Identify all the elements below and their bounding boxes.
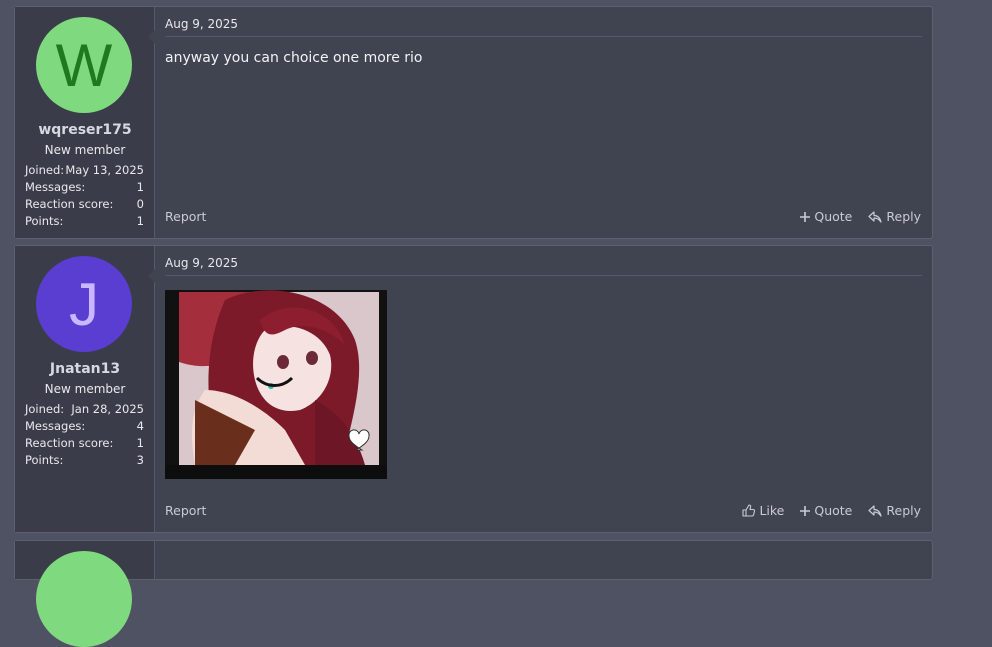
report-button[interactable]: Report xyxy=(165,209,206,224)
panel-arrow xyxy=(148,269,155,283)
plus-icon xyxy=(800,505,811,516)
post-body: Aug 9, 2025 Report Like Quote Reply xyxy=(155,246,932,532)
avatar-letter: J xyxy=(69,270,99,338)
messages-value: 1 xyxy=(136,180,144,194)
quote-button[interactable]: Quote xyxy=(800,209,852,224)
reaction-label: Reaction score: xyxy=(25,436,114,450)
panel-arrow xyxy=(148,30,155,44)
points-value: 3 xyxy=(136,453,144,467)
post-1: W wqreser175 New member Joined: May 13, 2… xyxy=(14,6,933,239)
quote-button[interactable]: Quote xyxy=(800,503,852,518)
user-stats: Joined: Jan 28, 2025 Messages: 4 Reaction … xyxy=(25,401,144,469)
user-title: New member xyxy=(44,382,126,396)
reaction-label: Reaction score: xyxy=(25,197,114,211)
username[interactable]: wqreser175 xyxy=(15,122,155,138)
reply-button[interactable]: Reply xyxy=(868,209,921,224)
reply-icon xyxy=(868,504,882,517)
post-date[interactable]: Aug 9, 2025 xyxy=(165,17,238,31)
joined-label: Joined: xyxy=(25,402,65,416)
messages-label: Messages: xyxy=(25,180,86,194)
post-date[interactable]: Aug 9, 2025 xyxy=(165,256,238,270)
points-label: Points: xyxy=(25,214,64,228)
user-panel: J Jnatan13 New member Joined: Jan 28, 202… xyxy=(15,246,155,532)
reply-label: Reply xyxy=(886,503,921,518)
anime-girl-image-icon xyxy=(165,290,387,479)
messages-label: Messages: xyxy=(25,419,86,433)
quote-label: Quote xyxy=(814,503,853,518)
user-title: New member xyxy=(44,143,126,157)
user-stats: Joined: May 13, 2025 Messages: 1 Reaction … xyxy=(25,162,144,230)
reply-button[interactable]: Reply xyxy=(868,503,921,518)
quote-label: Quote xyxy=(814,209,853,224)
post-actions: Quote Reply xyxy=(800,209,921,224)
avatar[interactable]: W xyxy=(36,17,132,113)
post-3 xyxy=(14,540,933,647)
attachment-image[interactable] xyxy=(165,290,387,479)
joined-label: Joined: xyxy=(25,163,65,177)
reaction-value: 1 xyxy=(136,436,144,450)
divider xyxy=(165,275,922,276)
points-label: Points: xyxy=(25,453,64,467)
like-label: Like xyxy=(759,503,785,518)
thumbs-up-icon xyxy=(742,504,756,517)
username[interactable]: Jnatan13 xyxy=(15,361,155,377)
plus-icon xyxy=(800,211,811,222)
like-button[interactable]: Like xyxy=(742,503,784,518)
joined-value: May 13, 2025 xyxy=(65,163,144,177)
reply-label: Reply xyxy=(886,209,921,224)
avatar[interactable] xyxy=(36,551,132,647)
avatar-letter: W xyxy=(55,31,113,99)
avatar[interactable]: J xyxy=(36,256,132,352)
points-value: 1 xyxy=(136,214,144,228)
user-panel: W wqreser175 New member Joined: May 13, 2… xyxy=(15,7,155,238)
report-button[interactable]: Report xyxy=(165,503,206,518)
reply-icon xyxy=(868,210,882,223)
user-panel xyxy=(15,541,155,647)
post-actions: Like Quote Reply xyxy=(742,503,921,518)
joined-value: Jan 28, 2025 xyxy=(71,402,144,416)
messages-value: 4 xyxy=(136,419,144,433)
post-body: Aug 9, 2025 anyway you can choice one mo… xyxy=(155,7,932,238)
post-message: anyway you can choice one more rio xyxy=(165,50,423,66)
post-2: J Jnatan13 New member Joined: Jan 28, 202… xyxy=(14,245,933,533)
reaction-value: 0 xyxy=(136,197,144,211)
divider xyxy=(165,36,922,37)
